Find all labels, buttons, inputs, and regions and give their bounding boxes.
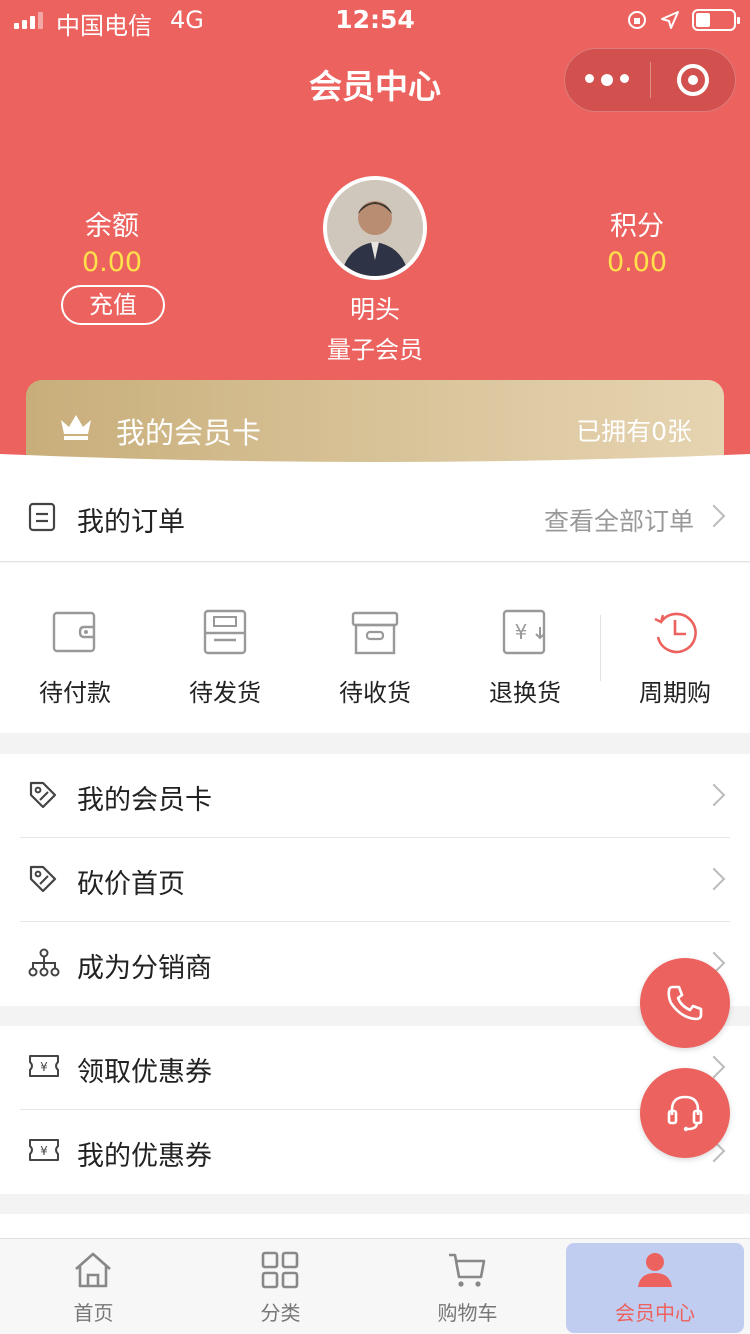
menu-item-my-coupons[interactable]: ¥ 我的优惠券	[0, 1110, 750, 1194]
order-status-label: 待收货	[339, 679, 411, 707]
menu-item-become-distributor[interactable]: 成为分销商	[0, 922, 750, 1006]
points-stat[interactable]: 积分 0.00	[537, 204, 737, 278]
grid-icon	[261, 1251, 299, 1289]
menu-item-label: 我的优惠券	[77, 1141, 212, 1172]
header-curve	[0, 454, 750, 470]
tag-icon	[29, 781, 57, 809]
box-icon	[203, 609, 247, 655]
balance-stat[interactable]: 余额 0.00	[12, 204, 212, 278]
menu-group-1: 我的会员卡 砍价首页 成为分销商	[0, 754, 750, 1006]
avatar[interactable]	[323, 176, 427, 280]
svg-text:¥: ¥	[40, 1144, 48, 1158]
tab-label: 会员中心	[615, 1301, 695, 1325]
location-icon	[661, 11, 679, 29]
order-status-label: 退换货	[489, 679, 561, 707]
tab-home[interactable]: 首页	[0, 1239, 187, 1334]
tab-member-center[interactable]: 会员中心	[566, 1243, 744, 1333]
balance-value: 0.00	[81, 247, 143, 278]
order-status-label: 周期购	[639, 679, 711, 707]
phone-icon	[667, 985, 703, 1021]
user-icon	[638, 1253, 672, 1287]
menu-group-2: ¥ 领取优惠券 ¥ 我的优惠券	[0, 1026, 750, 1194]
svg-text:¥: ¥	[40, 1060, 48, 1074]
mini-program-capsule	[564, 48, 736, 112]
coupon-icon: ¥	[29, 1139, 59, 1161]
vip-card-count: 已拥有0张	[576, 417, 692, 446]
more-menu-icon[interactable]	[565, 74, 650, 86]
my-orders-label: 我的订单	[77, 507, 185, 538]
tab-bar: 首页 分类 购物车 会员中心	[0, 1238, 750, 1334]
order-status-bar: 待付款 待发货 待收货 ¥ 退换货 周期购	[0, 563, 750, 733]
my-orders-row[interactable]: 我的订单 查看全部订单	[0, 468, 750, 562]
cart-icon	[449, 1253, 486, 1287]
menu-item-label: 砍价首页	[77, 869, 185, 900]
close-miniprogram-icon[interactable]	[651, 64, 736, 96]
chevron-right-icon	[702, 783, 726, 807]
orientation-lock-icon	[628, 11, 646, 29]
balance-label: 余额	[85, 211, 139, 242]
crown-icon	[61, 415, 91, 440]
home-icon	[75, 1252, 111, 1288]
menu-item-get-coupons[interactable]: ¥ 领取优惠券	[0, 1026, 750, 1110]
points-value: 0.00	[606, 247, 668, 278]
org-chart-icon	[28, 948, 60, 977]
member-header: 会员中心 余额 0.00 充值 明头 量子会员 积分 0.00 我的会员卡 已拥…	[0, 40, 750, 480]
tab-category[interactable]: 分类	[187, 1239, 374, 1334]
tag-icon	[29, 865, 57, 893]
battery-icon	[692, 9, 740, 31]
divider	[600, 615, 601, 681]
chevron-right-icon	[702, 504, 726, 528]
customer-service-button[interactable]	[640, 1068, 730, 1158]
coupon-icon: ¥	[29, 1055, 59, 1077]
vip-card-title: 我的会员卡	[116, 416, 262, 450]
menu-item-bargain-home[interactable]: 砍价首页	[0, 838, 750, 922]
svg-text:¥: ¥	[515, 620, 528, 644]
headset-icon	[667, 1095, 703, 1132]
points-label: 积分	[610, 211, 664, 242]
call-button[interactable]	[640, 958, 730, 1048]
cycle-clock-icon	[654, 612, 697, 654]
tab-cart[interactable]: 购物车	[374, 1239, 561, 1334]
menu-item-label: 我的会员卡	[77, 785, 212, 816]
order-list-icon	[28, 502, 56, 532]
tab-label: 首页	[73, 1301, 114, 1325]
refund-icon: ¥	[502, 609, 546, 655]
menu-item-my-member-card[interactable]: 我的会员卡	[0, 754, 750, 838]
menu-item-label: 成为分销商	[77, 953, 212, 984]
user-name: 明头	[349, 295, 400, 324]
order-status-label: 待付款	[39, 679, 111, 707]
tab-label: 分类	[260, 1301, 301, 1325]
order-status-label: 待发货	[189, 679, 261, 707]
member-level: 量子会员	[327, 336, 423, 364]
tab-label: 购物车	[437, 1301, 498, 1325]
chevron-right-icon	[702, 867, 726, 891]
view-all-orders-link[interactable]: 查看全部订单	[544, 502, 694, 538]
menu-item-label: 领取优惠券	[77, 1057, 212, 1088]
wallet-icon	[52, 611, 96, 653]
package-icon	[351, 611, 399, 655]
status-bar: 中国电信 4G 12:54	[0, 0, 750, 40]
